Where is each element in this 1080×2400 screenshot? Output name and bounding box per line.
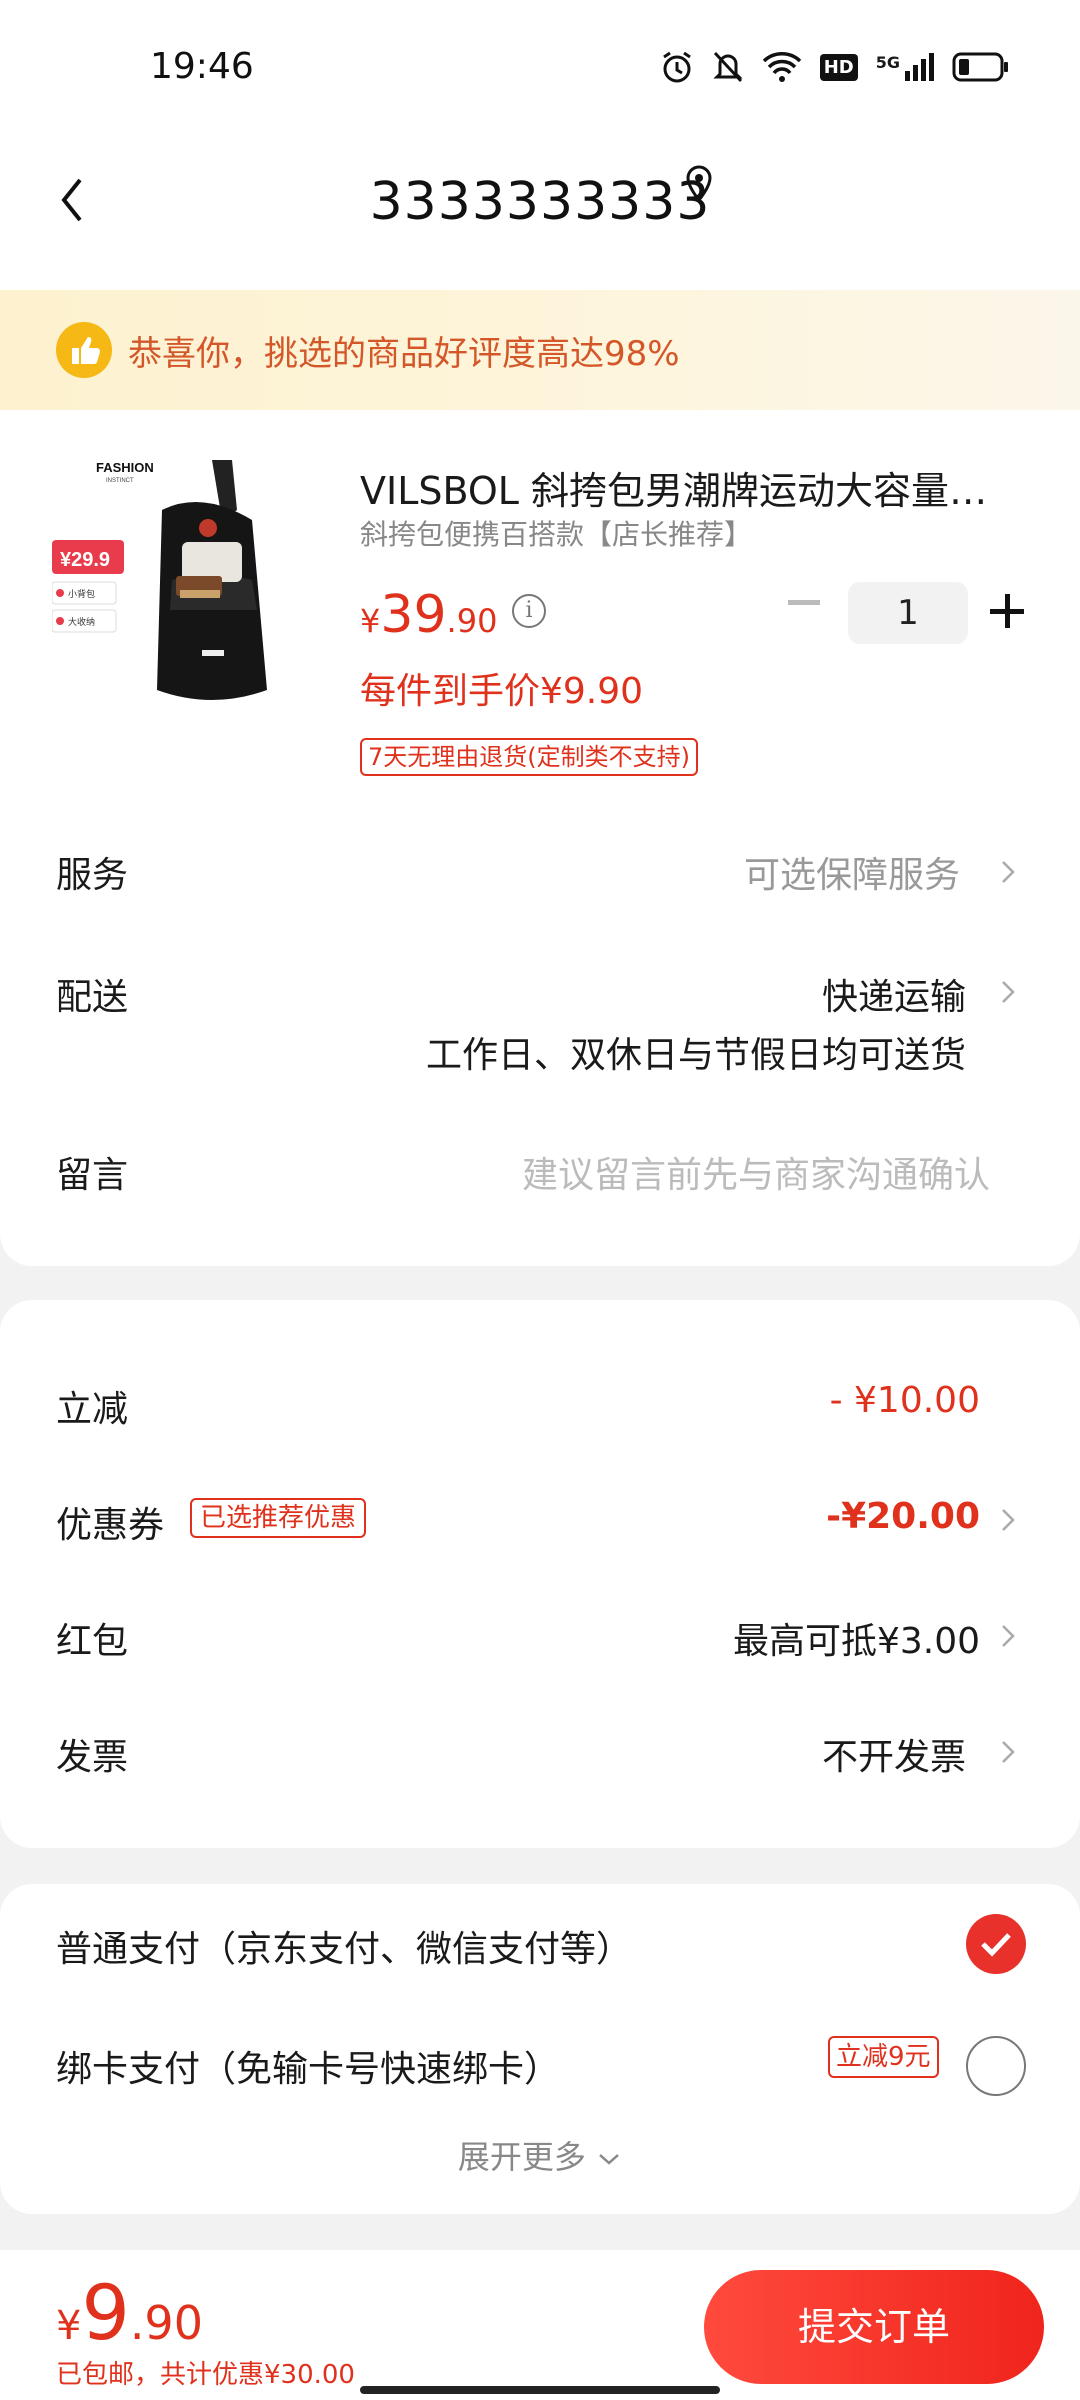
- banner-text: 恭喜你，挑选的商品好评度高达98%: [128, 334, 680, 374]
- total-price: ¥9.90: [56, 2268, 203, 2357]
- chevron-right-icon[interactable]: [998, 976, 1018, 1008]
- coupon-recommend-tag: 已选推荐优惠: [190, 1498, 367, 1538]
- total-note: 已包邮，共计优惠¥30.00: [56, 2360, 355, 2390]
- home-indicator[interactable]: [360, 2386, 720, 2394]
- wifi-icon: [762, 52, 801, 82]
- price-decimal: .90: [446, 602, 498, 640]
- total-currency: ¥: [56, 2303, 82, 2349]
- delivery-label: 配送: [56, 977, 129, 1018]
- card-pay-label[interactable]: 绑卡支付（免输卡号快速绑卡）: [56, 2040, 560, 2092]
- product-image-brand: FASHION: [96, 460, 154, 475]
- network-label: 5G: [875, 53, 900, 72]
- message-input[interactable]: 建议留言前先与商家沟通确认: [522, 1146, 990, 1198]
- price-info-icon[interactable]: i: [512, 594, 546, 628]
- card-pay-checkbox[interactable]: [966, 2036, 1026, 2096]
- delivery-note: 工作日、双休日与节假日均可送货: [425, 1035, 966, 1076]
- product-image-sub: INSTINCT: [106, 478, 134, 484]
- quantity-minus-button[interactable]: [788, 600, 820, 605]
- chevron-right-icon[interactable]: [998, 856, 1018, 888]
- instant-discount-label: 立减: [56, 1389, 129, 1430]
- status-time: 19:46: [150, 46, 254, 87]
- check-icon: [981, 1933, 1011, 1957]
- service-label: 服务: [56, 855, 129, 896]
- coupon-value[interactable]: -¥20.00: [826, 1496, 980, 1537]
- status-icons: HD 5G: [660, 50, 1010, 84]
- total-integer: 9: [81, 2268, 130, 2357]
- chevron-right-icon[interactable]: [998, 1620, 1018, 1652]
- mute-bell-icon: [713, 51, 743, 83]
- product-image-badge: ¥29.9: [60, 549, 110, 571]
- page-title: 3333333333: [369, 172, 711, 232]
- normal-pay-label[interactable]: 普通支付（京东支付、微信支付等）: [56, 1920, 632, 1972]
- delivery-value[interactable]: 快递运输: [822, 968, 966, 1020]
- hd-icon: HD: [819, 53, 858, 81]
- svg-text:大收纳: 大收纳: [68, 616, 95, 628]
- product-image[interactable]: FASHION INSTINCT ¥29.9 小背包 大收纳: [51, 450, 308, 718]
- svg-text:小背包: 小背包: [68, 588, 95, 600]
- thumbs-up-icon: [56, 322, 112, 378]
- red-packet-label: 红包: [56, 1621, 129, 1662]
- signal-5g-icon: 5G: [876, 53, 934, 81]
- normal-pay-checkbox[interactable]: [966, 1914, 1026, 1974]
- status-bar: 19:46 HD 5G: [0, 0, 1080, 130]
- battery-icon: [952, 52, 1008, 82]
- price-currency: ¥: [360, 602, 381, 640]
- expand-more-button[interactable]: 展开更多: [0, 2132, 1080, 2178]
- expand-more-label: 展开更多: [457, 2138, 586, 2176]
- red-packet-value[interactable]: 最高可抵¥3.00: [733, 1612, 980, 1664]
- submit-order-button[interactable]: 提交订单: [704, 2270, 1044, 2384]
- bottom-bar: ¥9.90 已包邮，共计优惠¥30.00 提交订单: [0, 2250, 1080, 2400]
- service-value[interactable]: 可选保障服务: [744, 846, 960, 898]
- product-title[interactable]: VILSBOL 斜挎包男潮牌运动大容量挎…: [360, 460, 1020, 515]
- quantity-value[interactable]: 1: [848, 582, 968, 644]
- header: 3333333333: [0, 130, 1080, 290]
- praise-banner: 恭喜你，挑选的商品好评度高达98%: [0, 290, 1080, 410]
- chevron-right-icon[interactable]: [998, 1504, 1018, 1536]
- price-integer: 39: [380, 585, 447, 645]
- instant-discount-value: - ¥10.00: [829, 1380, 980, 1421]
- quantity-plus-button[interactable]: [990, 594, 1024, 628]
- invoice-value[interactable]: 不开发票: [822, 1728, 966, 1780]
- card-pay-discount-tag: 立减9元: [828, 2036, 939, 2078]
- return-policy-tag: 7天无理由退货(定制类不支持): [360, 738, 698, 776]
- coupon-label: 优惠券: [56, 1505, 165, 1546]
- header-title-wrap: 3333333333: [0, 172, 1080, 232]
- message-label: 留言: [56, 1155, 129, 1196]
- alarm-icon: [662, 51, 691, 83]
- invoice-label: 发票: [56, 1737, 129, 1778]
- product-price: ¥39.90: [360, 585, 497, 645]
- total-decimal: .90: [129, 2296, 203, 2350]
- order-confirm-page: 19:46 HD 5G 3333333333 恭喜你，挑选的商品好评度高达98%…: [0, 0, 1080, 2400]
- chevron-right-icon[interactable]: [998, 1736, 1018, 1768]
- per-item-price: 每件到手价¥9.90: [360, 671, 644, 712]
- chevron-down-icon: [599, 2154, 619, 2165]
- location-pin-icon[interactable]: [684, 164, 714, 204]
- product-subtitle: 斜挎包便携百搭款【店长推荐】: [360, 518, 753, 551]
